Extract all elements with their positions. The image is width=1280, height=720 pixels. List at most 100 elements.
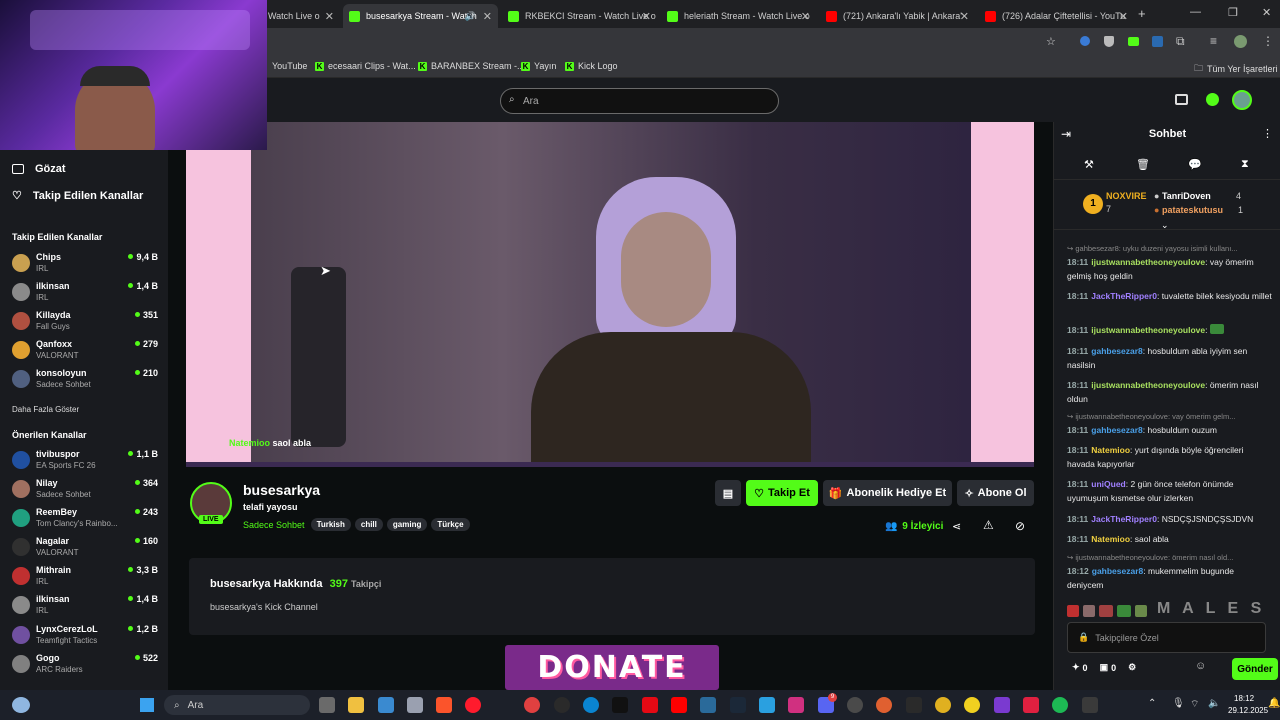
sidebar-channel[interactable]: ilkinsan IRL 1,4 B xyxy=(12,594,162,622)
message-user[interactable]: gahbesezar8 xyxy=(1092,566,1144,576)
star-icon[interactable]: ☆ xyxy=(1046,35,1056,48)
close-icon[interactable]: ✕ xyxy=(960,10,969,23)
nav-following[interactable]: ♡ Takip Edilen Kanallar xyxy=(12,189,143,203)
volume-icon[interactable]: 🔈 xyxy=(1208,698,1220,709)
crate-icon[interactable]: ▣ xyxy=(1100,662,1109,673)
clock-time[interactable]: 18:12 xyxy=(1234,694,1254,703)
send-button[interactable]: Gönder xyxy=(1232,658,1278,680)
sidebar-channel[interactable]: ilkinsan IRL 1,4 B xyxy=(12,281,162,309)
sidebar-channel[interactable]: Nilay Sadece Sohbet 364 xyxy=(12,478,162,506)
report-icon[interactable]: ⚠ xyxy=(983,518,994,532)
emote-icon[interactable] xyxy=(1117,605,1131,617)
hammer-icon[interactable]: ⚒ xyxy=(1084,158,1094,171)
kebab-menu-icon[interactable]: ⋮ xyxy=(1262,127,1273,140)
bookmark-item[interactable]: K Kick Logo xyxy=(565,61,618,71)
all-bookmarks[interactable]: 🗀 Tüm Yer İşaretleri xyxy=(1194,61,1278,77)
donate-panel[interactable]: DONATE xyxy=(505,645,719,690)
chat-input[interactable]: 🔒 Takipçilere Özel xyxy=(1067,622,1266,653)
clock-date[interactable]: 29.12.2025 xyxy=(1228,706,1268,715)
bookmark-item[interactable]: K Yayın xyxy=(521,61,556,71)
message-user[interactable]: uniQued xyxy=(1091,479,1125,489)
profile-avatar-icon[interactable] xyxy=(1234,35,1247,48)
gear-icon[interactable]: ⚙ xyxy=(1128,662,1136,673)
restore-icon[interactable]: ❐ xyxy=(1228,6,1238,19)
browser-tab[interactable]: (721) Ankara'lı Yabik | Ankara' ✕ xyxy=(820,4,975,28)
channel-name[interactable]: busesarkya xyxy=(243,482,320,498)
sidebar-channel[interactable]: Chips IRL 9,4 B xyxy=(12,252,162,280)
puzzle-icon[interactable]: ⧉ xyxy=(1176,34,1185,49)
close-icon[interactable]: ✕ xyxy=(483,10,492,23)
hide-icon[interactable]: ⊘ xyxy=(1015,519,1025,533)
show-more-link[interactable]: Daha Fazla Göster xyxy=(12,405,79,414)
app-icon[interactable] xyxy=(876,697,892,713)
user-avatar[interactable] xyxy=(1232,90,1252,110)
extension-icon[interactable] xyxy=(1152,36,1163,47)
windows-start-icon[interactable] xyxy=(140,698,154,712)
app-icon[interactable] xyxy=(994,697,1010,713)
emote-icon[interactable] xyxy=(1083,605,1095,617)
close-icon[interactable]: ✕ xyxy=(1119,10,1128,23)
app-icon[interactable] xyxy=(1082,697,1098,713)
message-user[interactable]: ijustwannabetheoneyoulove xyxy=(1091,325,1205,335)
chevron-up-icon[interactable]: ⌃ xyxy=(1148,698,1156,709)
sidebar-channel[interactable]: LynxCerezLoL Teamfight Tactics 1,2 B xyxy=(12,624,162,652)
minimize-icon[interactable]: — xyxy=(1190,6,1201,18)
message-user[interactable]: gahbesezar8 xyxy=(1091,425,1143,435)
youtube-icon[interactable] xyxy=(671,697,687,713)
tag[interactable]: Türkçe xyxy=(431,518,470,531)
emote-icon[interactable] xyxy=(1099,605,1113,617)
taskbar-search[interactable]: ⌕ Ara xyxy=(164,695,310,715)
nav-browse[interactable]: Gözat xyxy=(12,163,66,175)
emote-picker-icon[interactable]: ☺ xyxy=(1195,660,1206,672)
browser-tab[interactable]: Watch Live o ✕ xyxy=(262,4,340,28)
speaker-icon[interactable]: 🔊 xyxy=(465,11,476,22)
spotify-icon[interactable] xyxy=(1052,697,1068,713)
video-player[interactable]: Natemioo saol abla xyxy=(186,122,1034,467)
notification-bell-icon[interactable]: 🔔 xyxy=(1268,698,1280,709)
brave-icon[interactable] xyxy=(436,697,452,713)
microphone-icon[interactable]: 🎙 xyxy=(1172,698,1185,709)
app-icon[interactable] xyxy=(700,697,716,713)
sidebar-channel[interactable]: Qanfoxx VALORANT 279 xyxy=(12,339,162,367)
app-icon[interactable] xyxy=(847,697,863,713)
sidebar-channel[interactable]: Mithrain IRL 3,3 B xyxy=(12,565,162,593)
message-user[interactable]: gahbesezar8 xyxy=(1091,346,1143,356)
sidebar-channel[interactable]: ReemBey Tom Clancy's Rainbo... 243 xyxy=(12,507,162,535)
message-user[interactable]: ijustwannabetheoneyoulove xyxy=(1091,380,1205,390)
hourglass-icon[interactable]: ⧗ xyxy=(1241,158,1249,171)
trash-icon[interactable]: 🗑 xyxy=(1136,158,1150,171)
tiktok-icon[interactable] xyxy=(612,697,628,713)
message-user[interactable]: Natemioo xyxy=(1091,445,1130,455)
steam-icon[interactable] xyxy=(730,697,746,713)
gift-sub-button[interactable]: 🎁 Abonelik Hediye Et xyxy=(823,480,952,506)
tag[interactable]: Turkish xyxy=(310,518,351,531)
emote-icon[interactable] xyxy=(1067,605,1079,617)
tag[interactable]: gaming xyxy=(386,518,428,531)
sidebar-channel[interactable]: konsoloyun Sadece Sohbet 210 xyxy=(12,368,162,396)
new-tab-icon[interactable]: + xyxy=(1138,6,1146,21)
browser-tab[interactable]: (726) Adalar Çiftetellisi - YouTu ✕ xyxy=(979,4,1134,28)
epic-games-icon[interactable] xyxy=(906,697,922,713)
shield-icon[interactable] xyxy=(1104,36,1114,47)
stream-category[interactable]: Sadece Sohbet xyxy=(243,520,305,530)
close-icon[interactable]: ✕ xyxy=(325,10,334,23)
sidebar-channel[interactable]: Nagalar VALORANT 160 xyxy=(12,536,162,564)
close-icon[interactable]: ✕ xyxy=(801,10,810,23)
browser-tab[interactable]: RKBEKCI Stream - Watch Live o ✕ xyxy=(502,4,657,28)
kick-extension-icon[interactable] xyxy=(1128,37,1139,46)
chat-bubble-icon[interactable]: 💬 xyxy=(1188,158,1202,171)
search-input[interactable]: ⌕ Ara xyxy=(500,88,779,114)
app-icon[interactable] xyxy=(407,697,423,713)
bookmark-item[interactable]: K ecesaari Clips - Wat... xyxy=(315,61,416,71)
file-explorer-icon[interactable] xyxy=(348,697,364,713)
kick-logo-icon[interactable] xyxy=(1206,93,1219,106)
close-window-icon[interactable]: ✕ xyxy=(1262,6,1271,19)
app-icon[interactable] xyxy=(554,697,570,713)
menu-lines-icon[interactable]: ≡ xyxy=(1210,34,1217,48)
wallet-icon[interactable] xyxy=(1175,94,1188,105)
mod-menu-button[interactable]: ▤ xyxy=(715,480,741,506)
message-user[interactable]: JackTheRipper0 xyxy=(1091,291,1157,301)
snapchat-icon[interactable] xyxy=(964,697,980,713)
netflix-icon[interactable] xyxy=(642,697,658,713)
close-icon[interactable]: ✕ xyxy=(642,10,651,23)
